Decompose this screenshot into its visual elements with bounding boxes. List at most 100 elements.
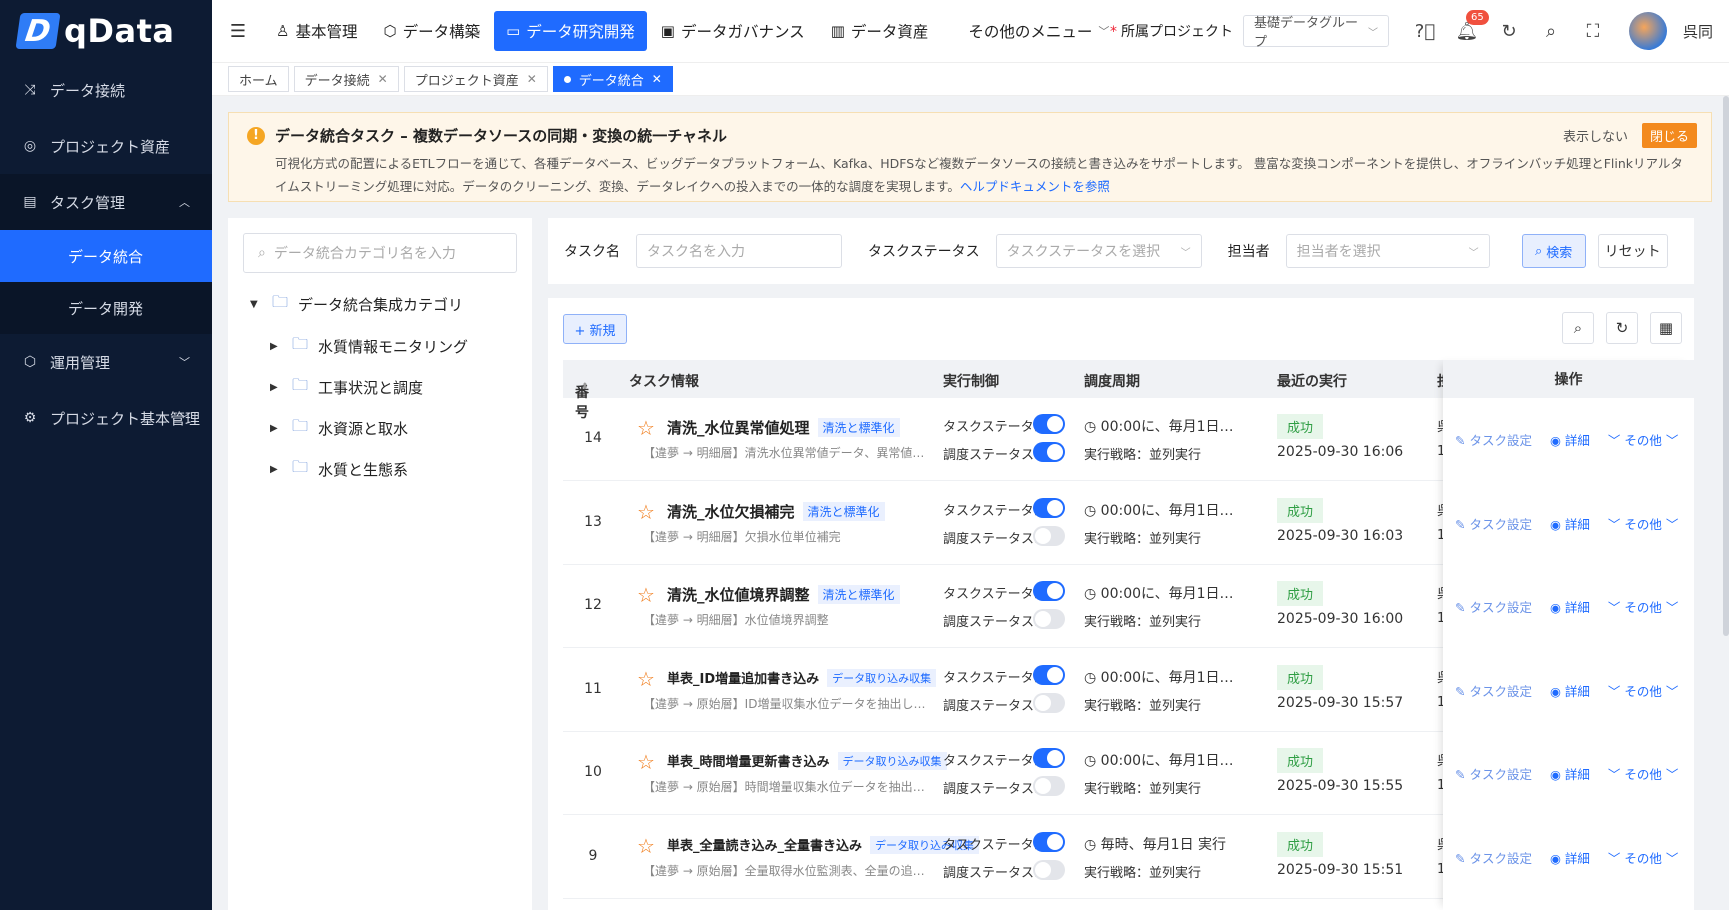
detail-link[interactable]: ◉ 詳細 xyxy=(1550,848,1590,867)
more-link[interactable]: ﹀ その他 ﹀ xyxy=(1608,430,1678,449)
tab-data-construction[interactable]: ⬡ データ構築 xyxy=(371,11,492,51)
page-scrollbar[interactable] xyxy=(1723,96,1729,636)
caret-right-icon[interactable]: ▶ xyxy=(270,341,282,352)
more-link[interactable]: ﹀ その他 ﹀ xyxy=(1608,764,1678,783)
new-button[interactable]: + 新規 xyxy=(563,314,627,344)
close-icon[interactable]: ✕ xyxy=(652,72,662,86)
page-tab-project-assets[interactable]: プロジェクト資産 ✕ xyxy=(403,66,548,92)
logo[interactable]: D qData xyxy=(0,0,212,62)
tree-node[interactable]: ▶ 🗀 工事状況と調度 xyxy=(270,367,532,408)
star-icon[interactable]: ☆ xyxy=(637,834,655,858)
star-icon[interactable]: ☆ xyxy=(637,583,655,607)
close-icon[interactable]: ✕ xyxy=(378,72,388,86)
tab-basic-management[interactable]: ♙ 基本管理 xyxy=(264,11,369,51)
tree-node[interactable]: ▶ 🗀 水資源と取水 xyxy=(270,408,532,449)
fullscreen-icon[interactable]: ⛶ xyxy=(1580,18,1606,44)
task-status-toggle[interactable] xyxy=(1033,581,1065,601)
page-tab-home[interactable]: ホーム xyxy=(228,66,289,92)
help-doc-link[interactable]: ヘルプドキュメントを参照 xyxy=(960,179,1110,194)
page-tab-data-integration[interactable]: データ統合 ✕ xyxy=(552,66,673,92)
project-label-text: 所属プロジェクト xyxy=(1120,24,1233,40)
owner-select[interactable]: 担当者を選択 ﹀ xyxy=(1285,234,1490,268)
tree-root[interactable]: ▼ 🗀 データ統合集成カテゴリ xyxy=(250,291,532,318)
grid-icon[interactable]: ▦ xyxy=(1650,312,1682,344)
more-link[interactable]: ﹀ その他 ﹀ xyxy=(1608,597,1678,616)
close-button[interactable]: 閉じる xyxy=(1641,123,1697,148)
tab-other-menu[interactable]: その他のメニュー ﹀ xyxy=(956,11,1121,51)
task-setting-link[interactable]: ✎ タスク設定 xyxy=(1455,514,1532,533)
hide-button[interactable]: 表示しない xyxy=(1563,126,1628,145)
tab-data-rnd[interactable]: ▭ データ研究開発 xyxy=(494,11,647,51)
star-icon[interactable]: ☆ xyxy=(637,500,655,524)
search-icon[interactable]: ⌕ xyxy=(1538,18,1564,44)
sidebar-subitem-data-integration[interactable]: データ統合 xyxy=(0,230,212,282)
caret-right-icon[interactable]: ▶ xyxy=(270,382,282,393)
sort-icon[interactable]: ⬍ xyxy=(581,382,589,392)
more-link[interactable]: ﹀ その他 ﹀ xyxy=(1608,848,1678,867)
star-icon[interactable]: ☆ xyxy=(637,667,655,691)
category-search-input[interactable]: ⌕ データ統合カテゴリ名を入力 xyxy=(243,233,517,273)
chevron-down-icon: ﹀ xyxy=(179,412,190,425)
caret-right-icon[interactable]: ▶ xyxy=(270,423,282,434)
detail-link[interactable]: ◉ 詳細 xyxy=(1550,764,1590,783)
schedule-status-toggle[interactable] xyxy=(1033,692,1065,713)
task-setting-link[interactable]: ✎ タスク設定 xyxy=(1455,681,1532,700)
search-icon[interactable]: ⌕ xyxy=(1562,312,1594,344)
schedule-status-toggle[interactable] xyxy=(1033,859,1065,880)
task-name[interactable]: 清洗_水位欠損補完 清洗と標準化 xyxy=(667,501,885,522)
username[interactable]: 呉同 xyxy=(1683,21,1713,42)
reset-button[interactable]: リセット xyxy=(1597,234,1668,268)
search-button[interactable]: ⌕ 検索 xyxy=(1521,234,1586,268)
task-status-select[interactable]: タスクステータスを選択 ﹀ xyxy=(995,234,1202,268)
page-tab-data-connection[interactable]: データ接続 ✕ xyxy=(293,66,399,92)
sidebar-item-project-assets[interactable]: ◎ プロジェクト資産 xyxy=(0,118,212,174)
tree-node[interactable]: ▶ 🗀 水質情報モニタリング xyxy=(270,326,532,367)
task-setting-link[interactable]: ✎ タスク設定 xyxy=(1455,848,1532,867)
refresh-icon[interactable]: ↻ xyxy=(1606,312,1638,344)
sidebar-item-operations[interactable]: ⬡ 運用管理 ﹀ xyxy=(0,334,212,390)
tree-node[interactable]: ▶ 🗀 水質と生態系 xyxy=(270,449,532,490)
task-status-toggle[interactable] xyxy=(1033,748,1065,768)
sidebar-item-task-management[interactable]: ▤ タスク管理 ︿ xyxy=(0,174,212,230)
task-setting-link[interactable]: ✎ タスク設定 xyxy=(1455,430,1532,449)
detail-link[interactable]: ◉ 詳細 xyxy=(1550,514,1590,533)
close-icon[interactable]: ✕ xyxy=(527,72,537,86)
task-name[interactable]: 清洗_水位異常値処理 清洗と標準化 xyxy=(667,417,900,438)
chevron-down-icon: ﹀ xyxy=(179,356,190,369)
detail-link[interactable]: ◉ 詳細 xyxy=(1550,681,1590,700)
schedule-status-toggle[interactable] xyxy=(1033,776,1065,796)
help-icon[interactable]: ?⃝ xyxy=(1412,18,1438,44)
task-setting-link[interactable]: ✎ タスク設定 xyxy=(1455,597,1532,616)
schedule-status-toggle[interactable] xyxy=(1033,609,1065,629)
caret-right-icon[interactable]: ▶ xyxy=(270,464,282,475)
bell-icon[interactable]: 🔔︎ 65 xyxy=(1454,10,1489,44)
sidebar-item-data-connection[interactable]: ⤨ データ接続 xyxy=(0,62,212,118)
sidebar-subitem-data-development[interactable]: データ開発 xyxy=(0,282,212,334)
task-status-toggle[interactable] xyxy=(1033,497,1065,518)
refresh-icon[interactable]: ↻ xyxy=(1496,18,1522,44)
sidebar-item-project-basic[interactable]: ⚙ プロジェクト基本管理 ﹀ xyxy=(0,390,212,446)
star-icon[interactable]: ☆ xyxy=(637,416,655,440)
schedule-status-toggle[interactable] xyxy=(1033,525,1065,546)
task-name[interactable]: 単表_ID増量追加書き込み データ取り込み収集 xyxy=(667,668,937,687)
task-setting-link[interactable]: ✎ タスク設定 xyxy=(1455,764,1532,783)
schedule-status-toggle[interactable] xyxy=(1033,442,1065,462)
more-link[interactable]: ﹀ その他 ﹀ xyxy=(1608,514,1678,533)
task-status-toggle[interactable] xyxy=(1033,664,1065,685)
project-select[interactable]: 基礎データグループ ﹀ xyxy=(1242,15,1389,50)
task-name[interactable]: 清洗_水位値境界調整 清洗と標準化 xyxy=(667,584,900,605)
detail-link[interactable]: ◉ 詳細 xyxy=(1550,597,1590,616)
detail-link[interactable]: ◉ 詳細 xyxy=(1550,430,1590,449)
menu-toggle-icon[interactable]: ☰ xyxy=(212,21,264,42)
task-name[interactable]: 単表_全量読き込み_全量書き込み データ取り込み収集 xyxy=(667,835,980,854)
tab-data-assets[interactable]: ▥ データ資産 xyxy=(819,11,941,51)
task-name[interactable]: 単表_時間増量更新書き込み データ取り込み収集 xyxy=(667,751,947,770)
task-status-toggle[interactable] xyxy=(1033,831,1065,852)
tab-data-governance[interactable]: ▣ データガバナンス xyxy=(649,11,817,51)
caret-down-icon[interactable]: ▼ xyxy=(250,299,262,310)
task-status-toggle[interactable] xyxy=(1033,414,1065,434)
task-name-input[interactable]: タスク名を入力 xyxy=(636,234,842,268)
more-link[interactable]: ﹀ その他 ﹀ xyxy=(1608,681,1678,700)
avatar[interactable] xyxy=(1628,12,1667,50)
star-icon[interactable]: ☆ xyxy=(637,750,655,774)
